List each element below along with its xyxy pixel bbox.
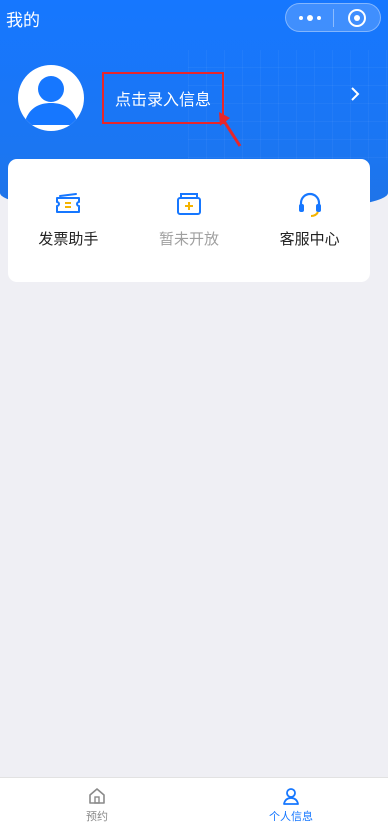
enter-info-link[interactable]: 点击录入信息 — [102, 72, 224, 124]
avatar[interactable] — [18, 65, 84, 131]
quick-actions-card: 发票助手 暂未开放 客服中心 — [8, 159, 370, 282]
quick-action-label: 发票助手 — [38, 230, 99, 248]
headset-icon — [295, 189, 325, 219]
quick-action-label: 暂未开放 — [158, 230, 219, 248]
enter-info-label: 点击录入信息 — [114, 90, 211, 109]
tab-label: 预约 — [86, 810, 108, 823]
chevron-right-icon[interactable] — [348, 84, 362, 104]
not-open-button: 暂未开放 — [134, 189, 244, 249]
more-icon[interactable] — [286, 4, 333, 31]
tab-label: 个人信息 — [269, 810, 313, 823]
close-icon[interactable] — [334, 4, 380, 31]
invoice-assistant-button[interactable]: 发票助手 — [13, 189, 123, 249]
quick-action-label: 客服中心 — [279, 230, 340, 248]
tab-booking[interactable]: 预约 — [0, 778, 194, 825]
invoice-icon — [53, 189, 83, 219]
tab-personal-info[interactable]: 个人信息 — [194, 778, 388, 825]
user-avatar-icon — [24, 76, 78, 125]
customer-service-button[interactable]: 客服中心 — [255, 189, 365, 249]
bottom-tabbar: 预约 个人信息 — [0, 777, 388, 825]
person-icon — [283, 788, 299, 805]
annotation-arrow-icon — [219, 112, 242, 147]
page-title: 我的 — [6, 11, 40, 31]
home-icon — [89, 788, 105, 804]
miniprogram-capsule — [285, 3, 381, 32]
folder-add-icon — [174, 189, 204, 219]
